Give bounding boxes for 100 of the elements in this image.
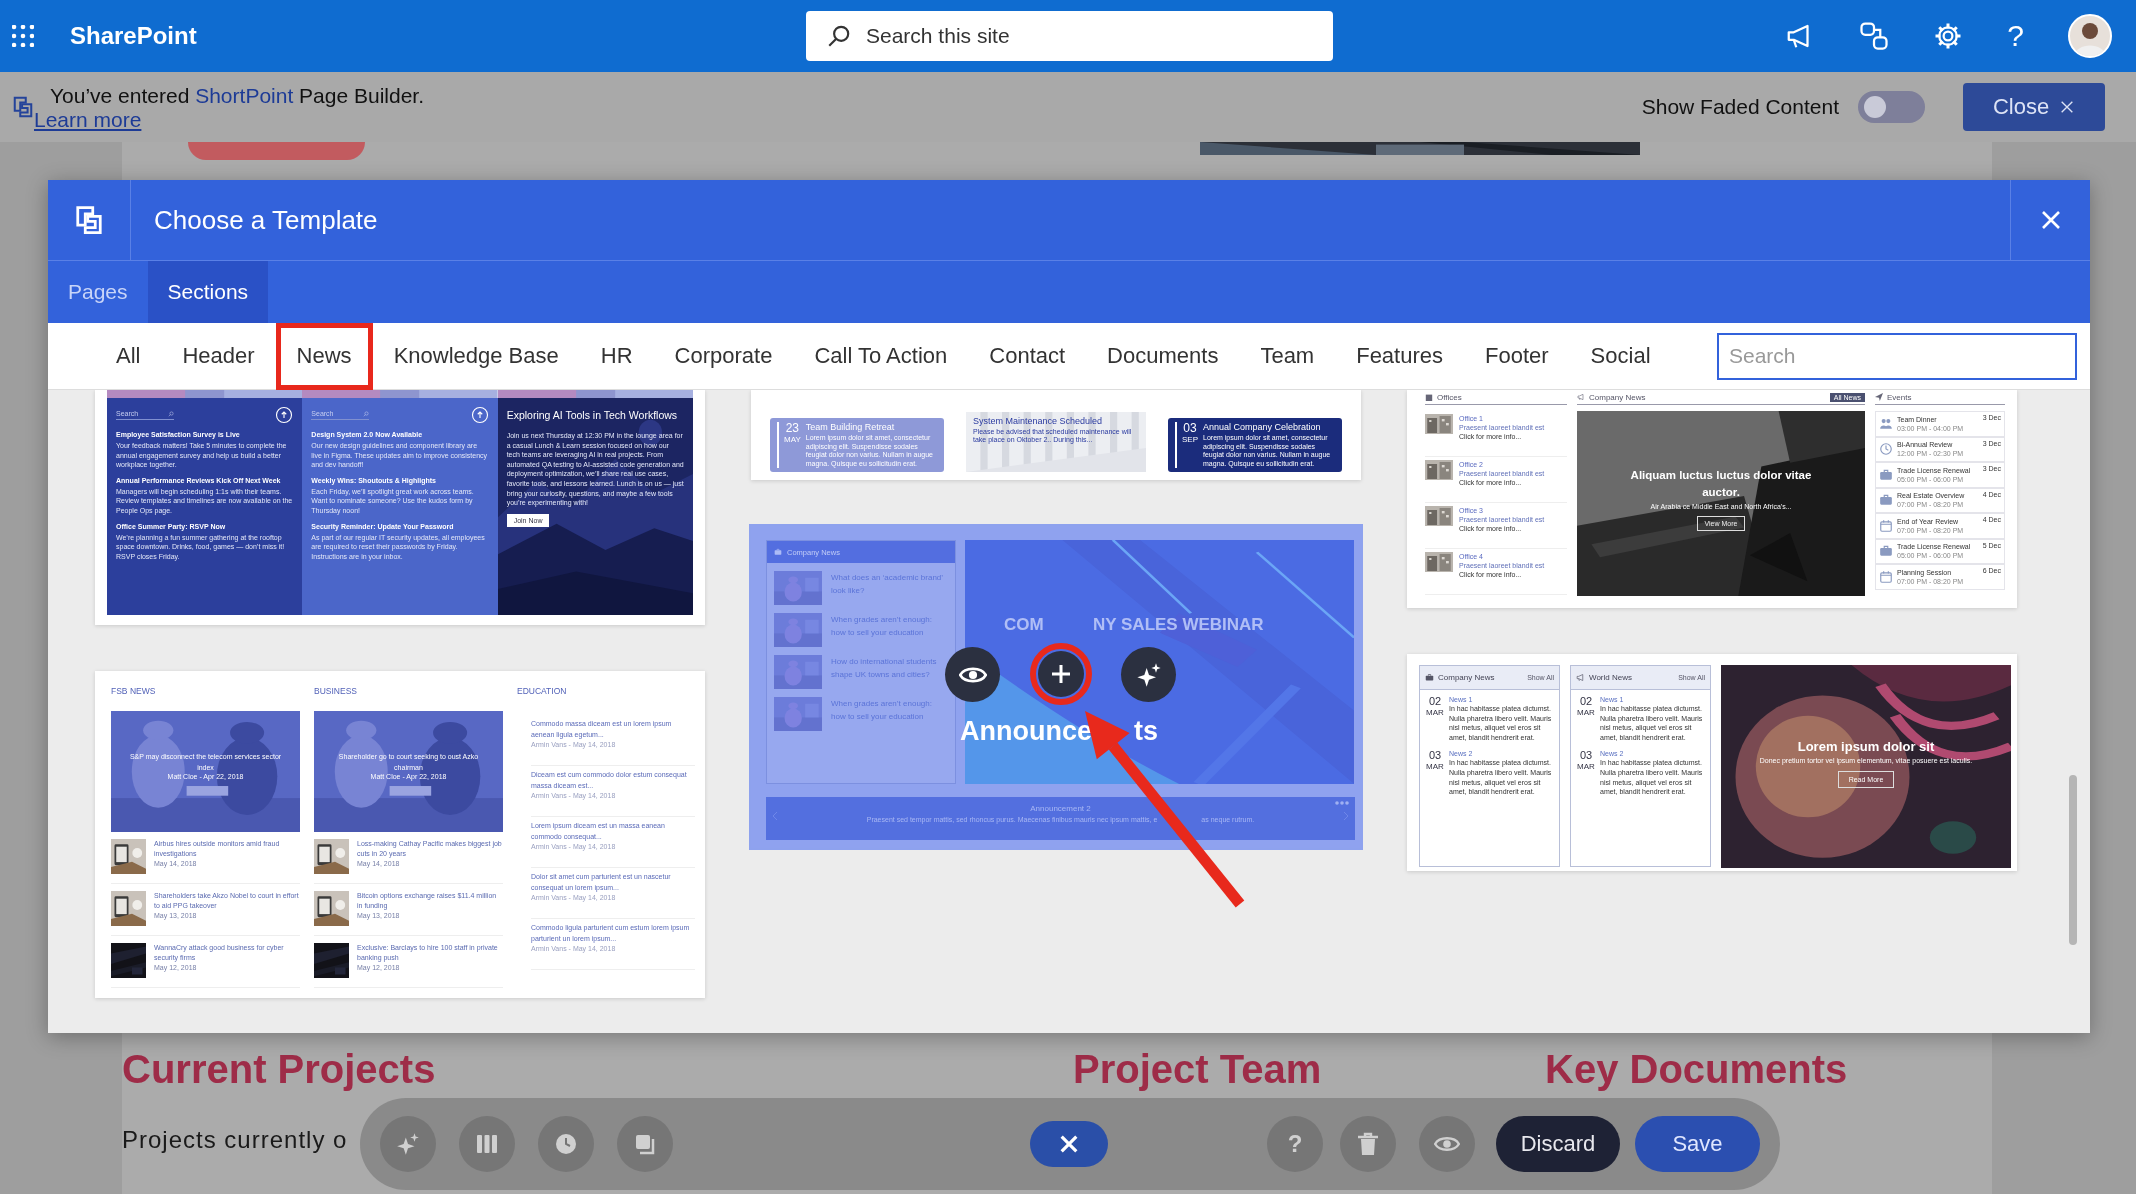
sparkle-icon [395,1131,421,1157]
history-button[interactable] [538,1116,594,1172]
megaphone-icon [1576,673,1585,682]
announcement-title: Announcement 2 [1029,804,1092,813]
search-icon [363,410,370,417]
save-button[interactable]: Save [1635,1116,1760,1172]
connections-icon[interactable] [1859,21,1890,51]
settings-icon[interactable] [1933,21,1964,51]
scrollbar[interactable] [2069,775,2077,945]
briefcase-icon [1425,673,1434,682]
close-button[interactable] [1030,1121,1108,1167]
calendar-icon [1879,518,1893,533]
help-button[interactable]: ? [2007,21,2024,51]
search-field[interactable]: Search [1717,332,2077,380]
panel-title: World News [1589,673,1632,682]
close-icon [1058,1133,1080,1155]
briefcase-icon [1879,493,1893,508]
clock-icon [554,1132,578,1156]
search-icon [168,410,174,417]
category-tab[interactable]: Documents [1086,322,1240,390]
chevron-right-icon [1343,811,1349,821]
briefcase-icon [1879,467,1893,482]
section-heading: Key Documents [1545,1046,1849,1092]
search-field[interactable]: Search this site [806,11,1333,61]
logo-icon [12,96,34,118]
people-icon [1879,416,1893,431]
news-day: 02 [1424,695,1446,708]
delete-button[interactable] [1340,1116,1396,1172]
template-card[interactable] [1407,654,2017,871]
category-tab[interactable]: Knowledge Base [372,322,580,390]
category-tab[interactable]: Social [1569,322,1672,390]
category-tab[interactable]: Corporate [653,322,794,390]
banner-message: You’ve entered ShortPoint Page Builder. [50,82,424,108]
briefcase-icon [774,548,782,556]
upload-icon [470,406,489,424]
dialog-title: Choose a Template [154,204,379,236]
news-month: MAR [1425,762,1445,772]
feature-title: Exploring AI Tools in Tech Workflows [506,408,679,423]
section-title: Events [1887,392,1912,402]
avatar[interactable] [2068,14,2112,58]
category-tab[interactable]: Features [1335,322,1464,390]
close-button[interactable]: Close [1963,83,2105,131]
template-card[interactable] [95,671,705,998]
news-day: 03 [1575,749,1597,763]
category-tab[interactable]: Call To Action [793,322,969,390]
news-day: 03 [1424,749,1446,763]
learn-more-link[interactable]: Learn more [34,107,424,132]
copy-icon [633,1132,657,1156]
tab[interactable]: Sections [147,261,269,323]
event-day: 23 [784,422,801,436]
section-title: Company News [1589,392,1646,402]
template-card[interactable] [95,390,705,625]
template-card[interactable] [751,390,1361,480]
copy-button[interactable] [617,1116,673,1172]
panel-title: Company News [1438,673,1495,682]
tab[interactable]: Pages [48,261,148,323]
event-month: SEP [1182,435,1198,445]
news-month: MAR [1576,762,1596,772]
section-heading: Project Team [1073,1046,1323,1092]
section-heading: Current Projects [122,1046,437,1092]
clock-icon [1879,442,1893,457]
chevron-left-icon [772,811,778,821]
megaphone-icon [1577,393,1585,401]
dots-icon [1335,801,1349,805]
category-title: FSB NEWS [111,685,157,697]
category-tab[interactable]: Header [161,322,276,390]
page-text: Projects currently o [122,1126,348,1154]
category-tab[interactable]: Footer [1464,322,1570,390]
briefcase-icon [1879,544,1893,559]
toggle-switch[interactable] [1858,91,1925,123]
discard-button[interactable]: Discard [1496,1116,1620,1172]
template-card[interactable] [751,526,1361,848]
event-month: MAY [784,435,801,445]
app-launcher-icon [12,25,34,47]
banner-title: COM [1004,615,1044,635]
event-day: 03 [1182,422,1198,436]
category-tab[interactable]: Contact [968,322,1087,390]
category-tab[interactable]: Team [1239,322,1336,390]
banner-title: NY SALES WEBINAR [1093,615,1264,635]
event-title: Annual Company Celebration [1203,422,1322,433]
category-tab[interactable]: HR [579,322,654,390]
columns-icon [475,1132,499,1156]
category-tab[interactable]: News [275,322,373,390]
template-card[interactable] [1407,390,2017,608]
banner-heading: Announce [960,716,1092,747]
news-headline: Aliquam luctus luctus dolor vitae auctor. [1629,468,1813,500]
app-name: SharePoint [70,22,197,50]
section-title: Offices [1437,392,1462,402]
logo-icon [74,205,104,235]
category-tab[interactable]: All [95,322,162,390]
event-title: System Maintenance Scheduled [973,416,1104,426]
upload-icon [275,406,294,424]
news-month: MAR [1425,708,1445,717]
columns-button[interactable] [459,1116,515,1172]
category-title: EDUCATION [517,685,568,697]
send-icon [1875,393,1883,401]
toggle-label: Show Faded Content [1641,95,1839,119]
banner-heading: ts [1134,716,1158,747]
calendar-icon [1879,569,1893,584]
event-title: Team Building Retreat [805,422,896,433]
